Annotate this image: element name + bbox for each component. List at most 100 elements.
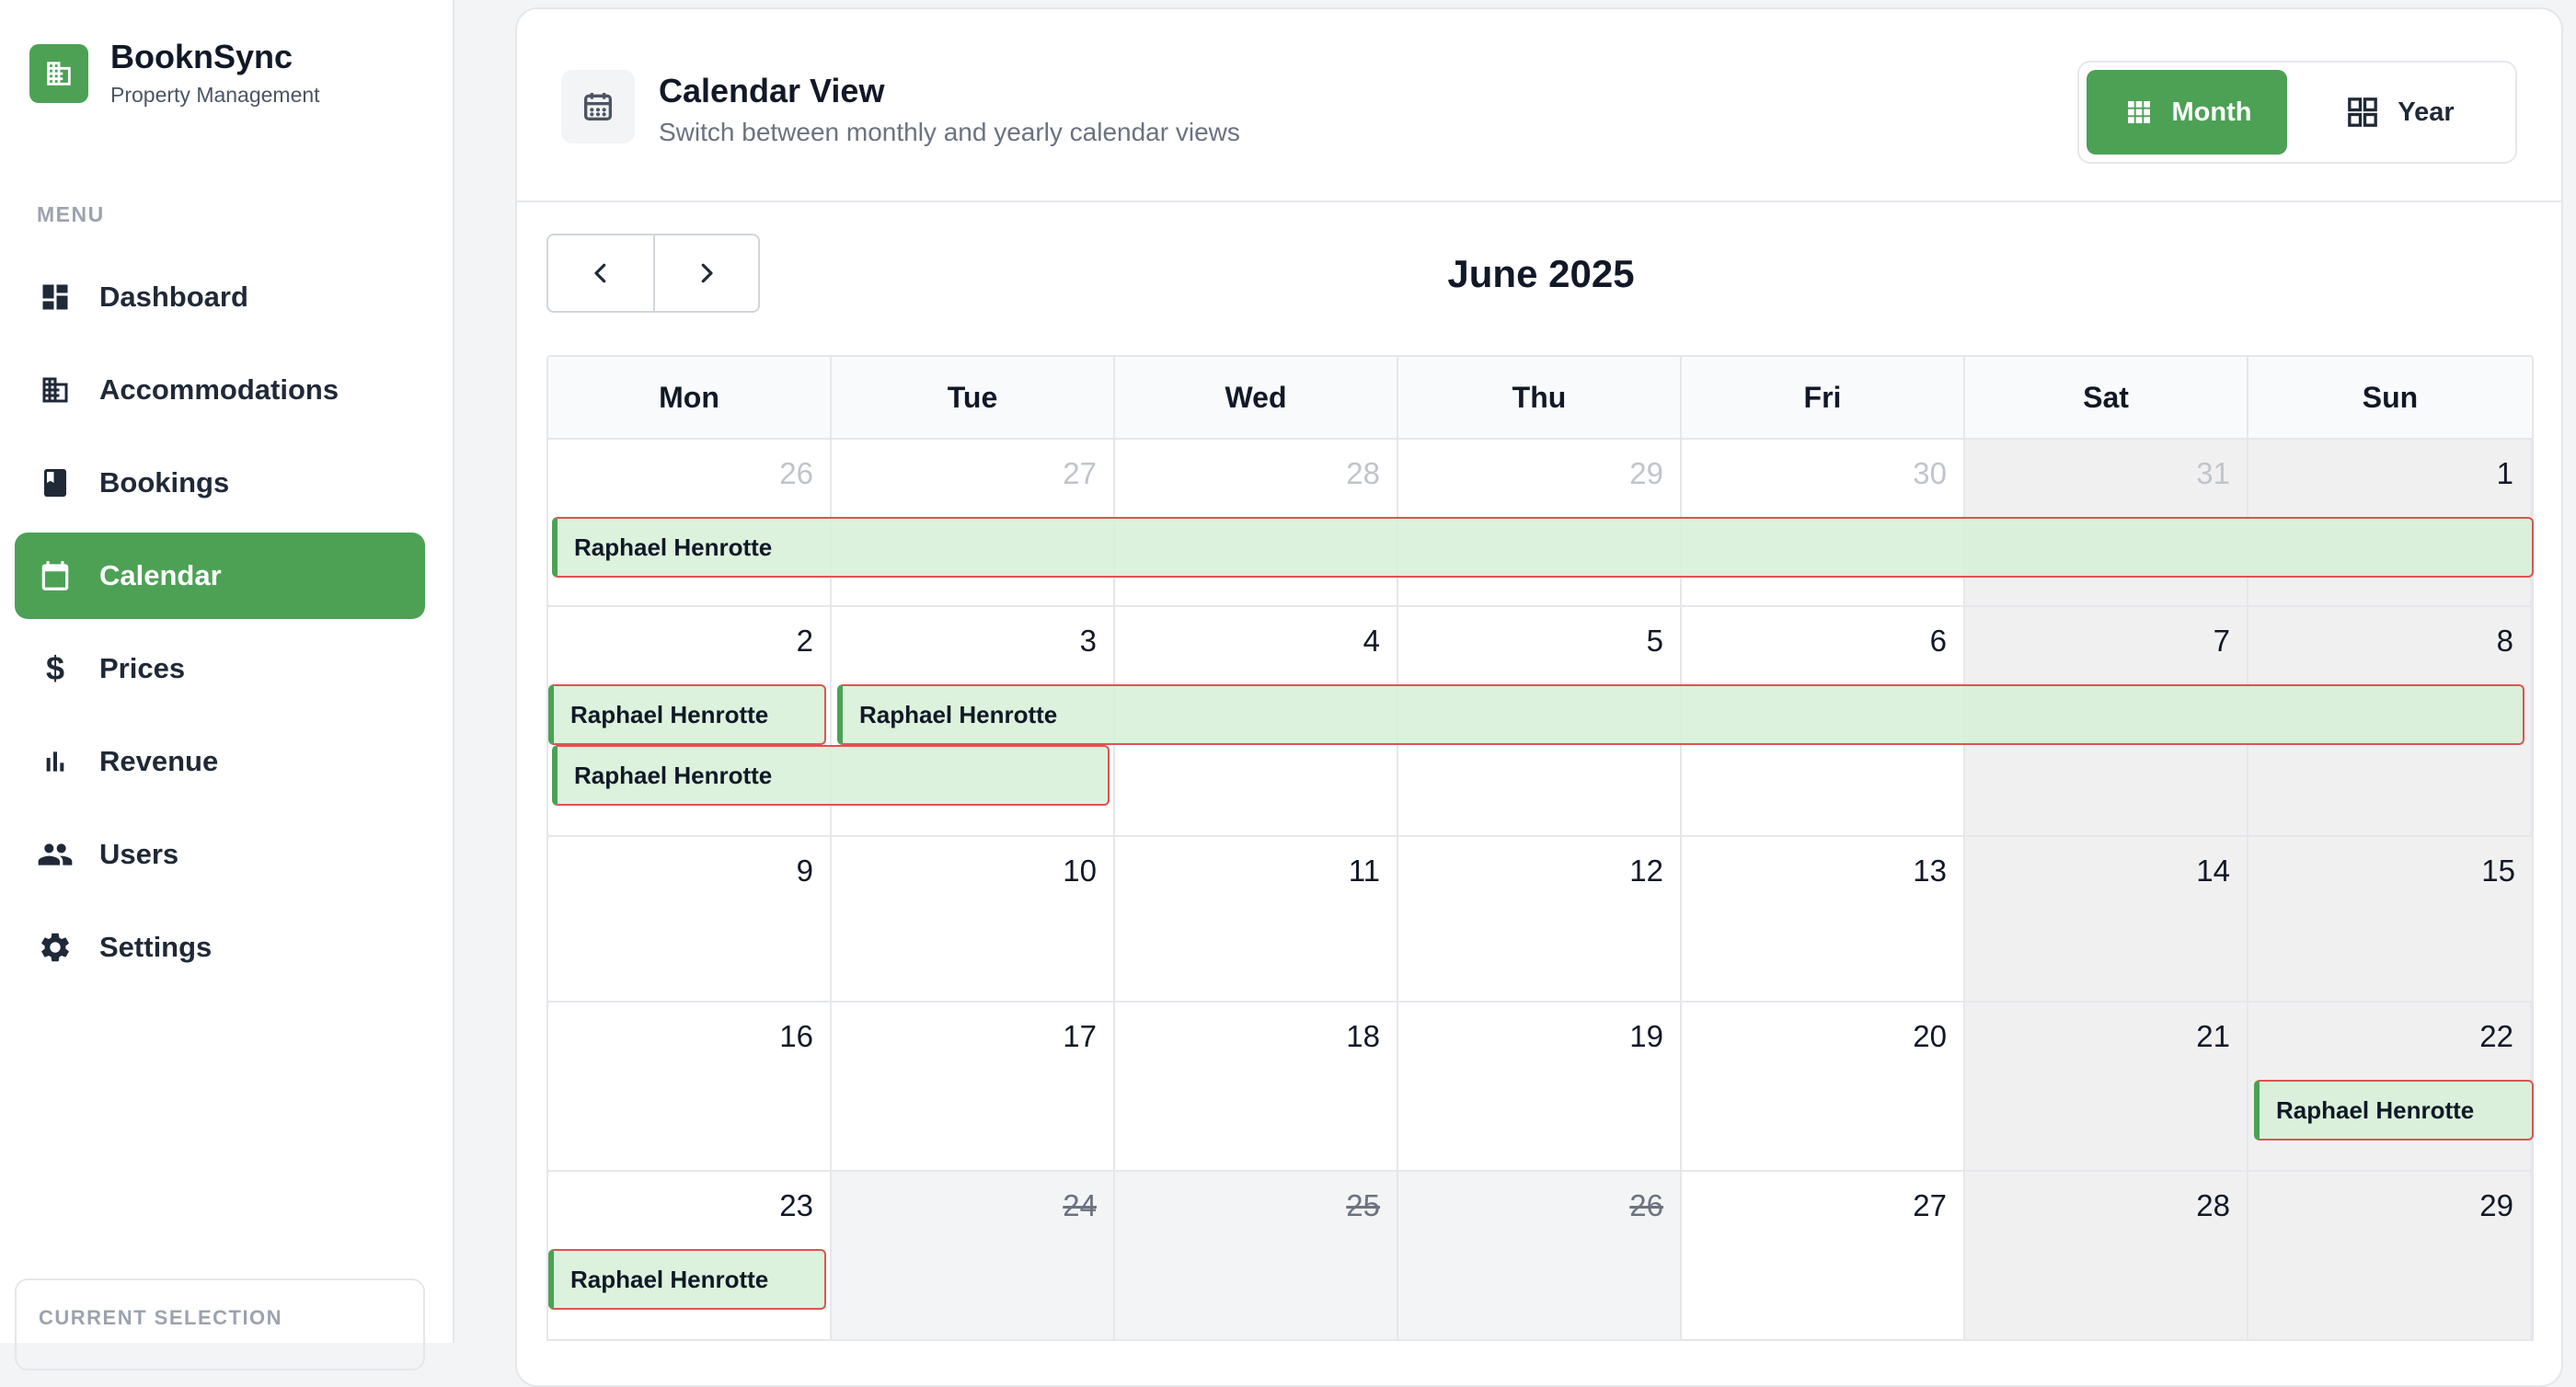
weekday-label: Tue — [832, 357, 1115, 438]
page-subtitle: Switch between monthly and yearly calend… — [659, 118, 1240, 146]
calendar-grid: Mon Tue Wed Thu Fri Sat Sun 26 27 28 29 … — [546, 355, 2534, 1341]
sidebar-item-revenue[interactable]: Revenue — [15, 718, 425, 805]
day-number: 29 — [2479, 1188, 2513, 1222]
day-number: 17 — [1063, 1019, 1097, 1053]
current-selection-label: CURRENT SELECTION — [39, 1306, 283, 1329]
calendar-week: 23 24 25 26 27 28 29 Raphael Henrotte — [546, 1172, 2534, 1341]
calendar-day[interactable]: 9 — [548, 837, 832, 1001]
day-number: 12 — [1629, 854, 1663, 888]
day-number: 3 — [1079, 624, 1097, 658]
calendar-day[interactable]: 10 — [832, 837, 1115, 1001]
calendar-card: Calendar View Switch between monthly and… — [515, 7, 2563, 1387]
day-number: 19 — [1629, 1019, 1663, 1053]
day-number: 11 — [1348, 854, 1380, 888]
month-title: June 2025 — [1447, 252, 1635, 295]
day-number: 16 — [779, 1019, 813, 1053]
day-number: 20 — [1913, 1019, 1947, 1053]
day-number: 31 — [2196, 456, 2230, 490]
calendar-day[interactable]: 19 — [1398, 1003, 1682, 1170]
weekday-label: Fri — [1682, 357, 1965, 438]
brand[interactable]: BooknSync Property Management — [29, 39, 320, 108]
day-number: 5 — [1646, 624, 1663, 658]
grid-outline-icon — [2348, 97, 2378, 127]
gear-icon — [37, 929, 74, 966]
sidebar-item-label: Accommodations — [99, 373, 339, 406]
day-number: 25 — [1346, 1188, 1380, 1222]
booking-bar[interactable]: Raphael Henrotte — [552, 745, 1110, 806]
calendar-day[interactable]: 12 — [1398, 837, 1682, 1001]
users-icon — [37, 836, 74, 873]
day-number: 13 — [1913, 854, 1947, 888]
day-number: 14 — [2196, 854, 2230, 888]
day-number: 7 — [2213, 624, 2230, 658]
year-view-label: Year — [2398, 97, 2455, 127]
day-number: 27 — [1913, 1188, 1947, 1222]
calendar-day[interactable]: 27 — [1682, 1172, 1965, 1339]
sidebar-item-prices[interactable]: $ Prices — [15, 625, 425, 712]
day-number: 28 — [1346, 456, 1380, 490]
calendar-day[interactable]: 15 — [2248, 837, 2532, 1001]
calendar-week: 2 3 4 5 6 7 8 Raphael Henrotte Raphael H… — [546, 607, 2534, 837]
day-number: 8 — [2496, 624, 2513, 658]
booking-bar[interactable]: Raphael Henrotte — [552, 517, 2534, 578]
day-number: 26 — [1629, 1188, 1663, 1222]
sidebar-item-users[interactable]: Users — [15, 811, 425, 898]
weekday-label: Mon — [548, 357, 832, 438]
sidebar-item-dashboard[interactable]: Dashboard — [15, 254, 425, 340]
month-view-button[interactable]: Month — [2087, 70, 2287, 155]
calendar-day-blocked[interactable]: 25 — [1115, 1172, 1398, 1339]
book-icon — [37, 464, 74, 501]
day-number: 30 — [1913, 456, 1947, 490]
year-view-button[interactable]: Year — [2294, 70, 2504, 155]
day-number: 26 — [779, 456, 813, 490]
current-selection-panel: CURRENT SELECTION — [15, 1278, 425, 1370]
brand-subtitle: Property Management — [110, 83, 320, 107]
sidebar-item-calendar[interactable]: Calendar — [15, 533, 425, 619]
sidebar-item-label: Bookings — [99, 466, 230, 499]
booking-bar[interactable]: Raphael Henrotte — [548, 1249, 826, 1310]
calendar-day[interactable]: 21 — [1965, 1003, 2248, 1170]
calendar-day-blocked[interactable]: 24 — [832, 1172, 1115, 1339]
sidebar-item-label: Users — [99, 838, 179, 870]
sidebar: BooknSync Property Management MENU Dashb… — [0, 0, 454, 1370]
day-number: 2 — [796, 624, 813, 658]
weekday-label: Sat — [1965, 357, 2248, 438]
calendar-day[interactable]: 17 — [832, 1003, 1115, 1170]
bar-chart-icon — [37, 743, 74, 780]
calendar-day[interactable]: 13 — [1682, 837, 1965, 1001]
calendar-week: 9 10 11 12 13 14 15 — [546, 837, 2534, 1003]
month-view-label: Month — [2171, 97, 2252, 127]
calendar-day-blocked[interactable]: 26 — [1398, 1172, 1682, 1339]
menu-label: MENU — [37, 202, 105, 226]
day-number: 29 — [1629, 456, 1663, 490]
calendar-icon — [37, 557, 74, 594]
day-number: 15 — [2481, 854, 2515, 888]
dollar-icon: $ — [45, 649, 65, 687]
day-number: 10 — [1063, 854, 1097, 888]
booking-bar[interactable]: Raphael Henrotte — [548, 684, 826, 745]
sidebar-item-label: Revenue — [99, 745, 219, 777]
sidebar-item-bookings[interactable]: Bookings — [15, 440, 425, 526]
calendar-day[interactable]: 29 — [2248, 1172, 2532, 1339]
view-toggle: Month Year — [2077, 61, 2517, 164]
calendar-day[interactable]: 20 — [1682, 1003, 1965, 1170]
card-header: Calendar View Switch between monthly and… — [517, 9, 2561, 202]
building-icon — [37, 372, 74, 408]
sidebar-item-accommodations[interactable]: Accommodations — [15, 347, 425, 433]
day-number: 21 — [2196, 1019, 2230, 1053]
booking-bar[interactable]: Raphael Henrotte — [2254, 1080, 2534, 1141]
calendar-week: 26 27 28 29 30 31 1 Raphael Henrotte — [546, 440, 2534, 607]
calendar-day[interactable]: 16 — [548, 1003, 832, 1170]
calendar-day[interactable]: 18 — [1115, 1003, 1398, 1170]
weekday-label: Wed — [1115, 357, 1398, 438]
grid-icon — [2127, 101, 2150, 123]
sidebar-item-label: Settings — [99, 931, 213, 963]
calendar-day[interactable]: 11 — [1115, 837, 1398, 1001]
day-number: 9 — [796, 854, 813, 888]
calendar-day[interactable]: 14 — [1965, 837, 2248, 1001]
sidebar-item-settings[interactable]: Settings — [15, 904, 425, 991]
calendar-day[interactable]: 28 — [1965, 1172, 2248, 1339]
day-number: 24 — [1063, 1188, 1097, 1222]
sidebar-item-label: Dashboard — [99, 281, 248, 313]
booking-bar[interactable]: Raphael Henrotte — [837, 684, 2524, 745]
